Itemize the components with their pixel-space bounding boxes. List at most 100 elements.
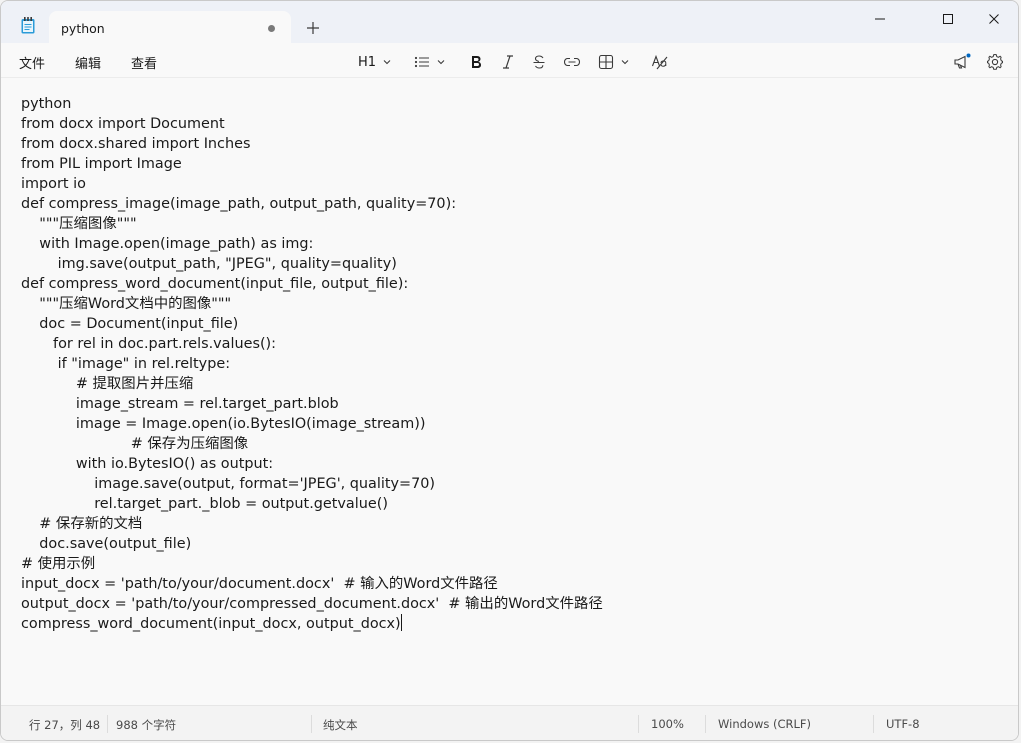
code-line: if "image" in rel.reltype: — [21, 354, 603, 374]
notepad-window: python 文件 编辑 查看 H1 python from docx impo… — [0, 0, 1019, 741]
code-line: def compress_image(image_path, output_pa… — [21, 194, 603, 214]
bold-button[interactable] — [469, 51, 483, 73]
code-line-text: image_stream = rel.target_part.blob — [21, 396, 339, 412]
status-divider — [638, 715, 639, 733]
menu-toolbar: 文件 编辑 查看 H1 — [1, 45, 1018, 78]
italic-button[interactable] — [501, 51, 515, 73]
text-caret — [400, 614, 402, 631]
text-format[interactable]: 纯文本 — [323, 717, 358, 733]
strikethrough-button[interactable] — [532, 51, 546, 73]
code-line-text: def compress_image(image_path, output_pa… — [21, 196, 457, 212]
code-line-text: if "image" in rel.reltype: — [21, 356, 231, 372]
maximize-icon — [943, 14, 953, 24]
code-line-text: image.save(output, format='JPEG', qualit… — [21, 476, 436, 492]
code-line: doc = Document(input_file) — [21, 314, 603, 334]
code-line-text: # 保存新的文档 — [21, 516, 143, 532]
menu-view[interactable]: 查看 — [131, 53, 157, 72]
chevron-down-icon — [437, 60, 445, 65]
code-line: img.save(output_path, "JPEG", quality=qu… — [21, 254, 603, 274]
code-line-text: # 使用示例 — [21, 556, 96, 572]
code-line: rel.target_part._blob = output.getvalue(… — [21, 494, 603, 514]
settings-button[interactable] — [986, 51, 1004, 73]
list-dropdown[interactable] — [414, 51, 446, 73]
minimize-button[interactable] — [857, 9, 903, 29]
code-line-text: # 保存为压缩图像 — [21, 436, 249, 452]
code-line: doc.save(output_file) — [21, 534, 603, 554]
chevron-down-icon — [383, 60, 391, 65]
menu-file[interactable]: 文件 — [19, 53, 45, 72]
bold-icon — [472, 56, 481, 68]
code-line-text: rel.target_part._blob = output.getvalue(… — [21, 496, 388, 512]
spellcheck-button[interactable] — [651, 51, 669, 73]
character-count: 988 个字符 — [116, 718, 177, 732]
code-line: with Image.open(image_path) as img: — [21, 234, 603, 254]
unsaved-dot-icon[interactable] — [268, 25, 275, 32]
cursor-position: 行 27，列 48 — [29, 718, 101, 732]
code-line-text: with Image.open(image_path) as img: — [21, 236, 314, 252]
code-line: image_stream = rel.target_part.blob — [21, 394, 603, 414]
code-line-text: doc.save(output_file) — [21, 536, 192, 552]
code-line: compress_word_document(input_docx, outpu… — [21, 614, 603, 634]
code-line-text: input_docx = 'path/to/your/document.docx… — [21, 576, 498, 592]
italic-icon — [503, 55, 513, 69]
zoom-level[interactable]: 100% — [651, 717, 684, 731]
new-tab-plus-icon[interactable] — [304, 19, 322, 37]
code-line-text: from docx import Document — [21, 116, 225, 132]
code-line: output_docx = 'path/to/your/compressed_d… — [21, 594, 603, 614]
spellcheck-icon — [651, 54, 668, 70]
status-divider — [873, 715, 874, 733]
menu-edit[interactable]: 编辑 — [75, 53, 101, 72]
code-line-text: doc = Document(input_file) — [21, 316, 239, 332]
table-icon — [598, 54, 614, 70]
tab-title: python — [61, 21, 105, 36]
editor-content[interactable]: python from docx import Document from docx… — [21, 94, 603, 634]
megaphone-icon — [954, 53, 971, 69]
link-icon — [563, 57, 581, 67]
code-line: from docx import Document — [21, 114, 603, 134]
line-ending[interactable]: Windows (CRLF) — [718, 717, 811, 731]
code-line-text: # 提取图片并压缩 — [21, 376, 194, 392]
status-divider — [311, 715, 312, 733]
code-line-text: image = Image.open(io.BytesIO(image_stre… — [21, 416, 426, 432]
heading-dropdown[interactable]: H1 — [358, 51, 392, 73]
chevron-down-icon — [621, 60, 629, 65]
table-dropdown[interactable] — [598, 51, 630, 73]
title-bar: python — [1, 1, 1018, 45]
bullet-list-icon — [414, 56, 429, 68]
notepad-app-icon — [21, 17, 35, 34]
code-line: """压缩Word文档中的图像""" — [21, 294, 603, 314]
code-line-text: from PIL import Image — [21, 156, 182, 172]
heading-label: H1 — [358, 54, 377, 70]
status-bar: 行 27，列 48 988 个字符 纯文本 100% Windows (CRLF… — [1, 705, 1018, 740]
code-line-text: python — [21, 96, 72, 112]
code-line: with io.BytesIO() as output: — [21, 454, 603, 474]
code-line-text: compress_word_document(input_docx, outpu… — [21, 616, 401, 632]
tab-python[interactable]: python — [49, 11, 291, 45]
code-line: for rel in doc.part.rels.values(): — [21, 334, 603, 354]
code-line: python — [21, 94, 603, 114]
code-line: input_docx = 'path/to/your/document.docx… — [21, 574, 603, 594]
close-icon — [989, 14, 999, 24]
code-line: from docx.shared import Inches — [21, 134, 603, 154]
code-line: import io — [21, 174, 603, 194]
code-line: # 保存为压缩图像 — [21, 434, 603, 454]
link-button[interactable] — [563, 51, 581, 73]
code-line: """压缩图像""" — [21, 214, 603, 234]
code-line-text: def compress_word_document(input_file, o… — [21, 276, 409, 292]
text-editor[interactable]: python from docx import Document from docx… — [1, 78, 1018, 705]
code-line: def compress_word_document(input_file, o… — [21, 274, 603, 294]
copilot-announce-button[interactable] — [953, 51, 971, 73]
code-line-text: for rel in doc.part.rels.values(): — [21, 336, 277, 352]
close-button[interactable] — [971, 9, 1017, 29]
maximize-button[interactable] — [925, 9, 971, 29]
encoding[interactable]: UTF-8 — [886, 717, 920, 731]
code-line: # 保存新的文档 — [21, 514, 603, 534]
code-line-text: """压缩Word文档中的图像""" — [21, 296, 232, 312]
code-line-text: with io.BytesIO() as output: — [21, 456, 274, 472]
code-line-text: import io — [21, 176, 86, 192]
code-line-text: img.save(output_path, "JPEG", quality=qu… — [21, 256, 397, 272]
code-line-text: from docx.shared import Inches — [21, 136, 251, 152]
status-divider — [107, 715, 108, 733]
code-line: # 提取图片并压缩 — [21, 374, 603, 394]
code-line: # 使用示例 — [21, 554, 603, 574]
